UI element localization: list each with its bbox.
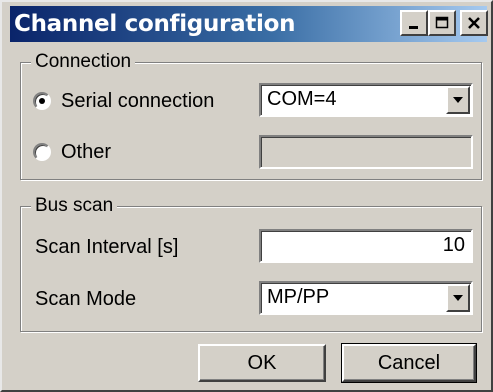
ok-button-label: OK [247,351,277,374]
serial-connection-label[interactable]: Serial connection [61,89,214,113]
scan-interval-label: Scan Interval [s] [35,236,179,258]
serial-port-dropdown[interactable]: COM=4 [259,83,473,117]
scan-interval-input[interactable]: 10 [259,229,473,263]
dropdown-button[interactable] [446,86,470,114]
maximize-icon [435,16,449,29]
connection-group: Connection Serial connection COM=4 Other [20,50,482,180]
connection-group-label: Connection [31,50,136,74]
bus-scan-group-label: Bus scan [31,194,118,218]
scan-interval-value: 10 [442,234,465,256]
close-button[interactable] [460,10,488,36]
bus-scan-group: Bus scan Scan Interval [s] 10 Scan Mode … [20,194,482,332]
window-title: Channel configuration [14,11,296,37]
scan-mode-label: Scan Mode [35,288,137,310]
cancel-button-label: Cancel [377,351,441,374]
scan-mode-value: MP/PP [267,286,330,308]
title-bar[interactable]: Channel configuration [10,6,488,42]
other-connection-field [259,135,473,169]
other-label[interactable]: Other [61,140,111,164]
chevron-down-icon [453,97,463,103]
close-icon [468,17,480,29]
other-radio[interactable] [33,143,51,161]
cancel-button[interactable]: Cancel [341,343,477,383]
scan-mode-dropdown[interactable]: MP/PP [259,281,473,315]
serial-connection-radio[interactable] [33,92,51,110]
serial-port-value: COM=4 [267,88,337,110]
channel-configuration-window: Channel configuration Connection Serial … [0,0,493,392]
minimize-icon [409,26,418,29]
dropdown-button[interactable] [446,284,470,312]
maximize-button[interactable] [428,10,456,36]
minimize-button[interactable] [400,10,428,36]
chevron-down-icon [453,295,463,301]
ok-button[interactable]: OK [198,344,326,382]
radio-selected-dot [39,98,45,104]
